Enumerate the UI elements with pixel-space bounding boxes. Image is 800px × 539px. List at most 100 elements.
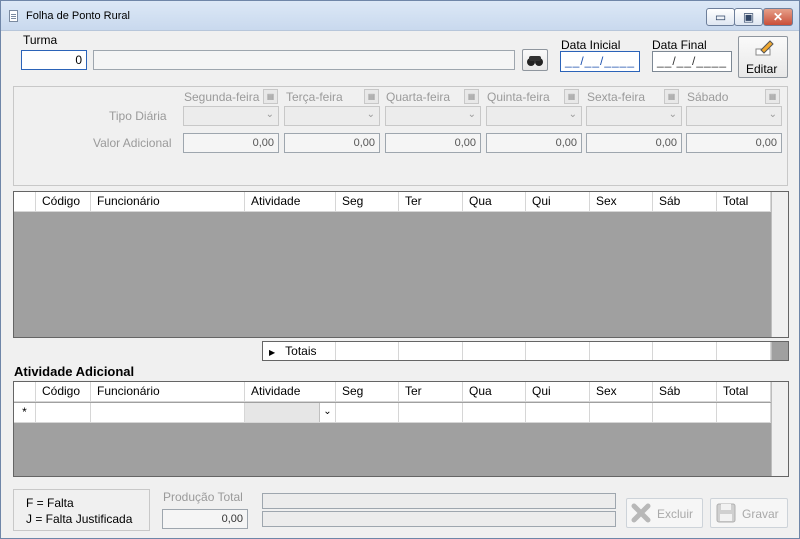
tipo-diaria-terca-select[interactable]: ⌄ xyxy=(284,106,380,126)
col-ter[interactable]: Ter xyxy=(399,382,463,402)
producao-total-label: Produção Total xyxy=(163,490,243,504)
data-inicial-input[interactable]: __/__/____ xyxy=(560,51,640,72)
col-sex[interactable]: Sex xyxy=(590,192,653,212)
col-sab[interactable]: Sáb xyxy=(653,382,717,402)
copy-quinta-button[interactable]: ▦ xyxy=(564,89,579,104)
col-qui[interactable]: Qui xyxy=(526,382,590,402)
excluir-button[interactable]: Excluir xyxy=(626,498,703,528)
table-row[interactable]: * ⌄ xyxy=(14,403,771,423)
col-qui[interactable]: Qui xyxy=(526,192,590,212)
funcionario-cell[interactable] xyxy=(91,403,245,423)
col-sex[interactable]: Sex xyxy=(590,382,653,402)
codigo-cell[interactable] xyxy=(36,403,91,423)
col-atividade[interactable]: Atividade xyxy=(245,192,336,212)
copy-segunda-button[interactable]: ▦ xyxy=(263,89,278,104)
editar-button[interactable]: Editar xyxy=(738,36,788,78)
tipo-diaria-label: Tipo Diária xyxy=(109,109,167,123)
total-qui xyxy=(526,342,590,360)
col-total[interactable]: Total xyxy=(717,192,771,212)
sex-cell[interactable] xyxy=(590,403,653,423)
main-grid-scrollbar[interactable] xyxy=(771,192,788,337)
col-qua[interactable]: Qua xyxy=(463,192,526,212)
col-funcionario[interactable]: Funcionário xyxy=(91,382,245,402)
chevron-down-icon: ⌄ xyxy=(265,109,274,120)
col-seg[interactable]: Seg xyxy=(336,192,399,212)
search-turma-button[interactable] xyxy=(522,49,548,71)
total-ter xyxy=(399,342,463,360)
close-button[interactable]: ✕ xyxy=(763,8,793,26)
valor-quinta-input[interactable]: 0,00 xyxy=(486,133,582,153)
turma-code-input[interactable]: 0 xyxy=(21,50,87,70)
tipo-diaria-quarta-select[interactable]: ⌄ xyxy=(385,106,481,126)
qui-cell[interactable] xyxy=(526,403,590,423)
turma-label: Turma xyxy=(23,33,58,47)
row-selector-header xyxy=(14,192,36,212)
minimize-button[interactable]: ▭ xyxy=(706,8,735,26)
day-label-segunda: Segunda-feira xyxy=(184,90,260,104)
valor-segunda-input[interactable]: 0,00 xyxy=(183,133,279,153)
copy-terca-button[interactable]: ▦ xyxy=(364,89,379,104)
producao-total-field: 0,00 xyxy=(162,509,248,529)
gravar-button[interactable]: Gravar xyxy=(710,498,788,528)
col-codigo[interactable]: Código xyxy=(36,192,91,212)
edit-pen-icon xyxy=(755,40,774,56)
turma-name-field xyxy=(93,50,515,70)
main-grid[interactable]: Código Funcionário Atividade Seg Ter Qua… xyxy=(13,191,789,338)
chevron-down-icon[interactable]: ⌄ xyxy=(319,403,335,422)
day-label-sabado: Sábado xyxy=(687,90,729,104)
totals-filler xyxy=(771,342,788,360)
sab-cell[interactable] xyxy=(653,403,717,423)
copy-sabado-button[interactable]: ▦ xyxy=(765,89,780,104)
valor-sexta-input[interactable]: 0,00 xyxy=(586,133,682,153)
title-bar: Folha de Ponto Rural ▭ ▣ ✕ xyxy=(1,1,799,31)
total-seg xyxy=(336,342,399,360)
data-final-label: Data Final xyxy=(652,38,707,52)
total-total xyxy=(717,342,771,360)
progress-bar-top xyxy=(262,493,616,509)
tipo-diaria-segunda-select[interactable]: ⌄ xyxy=(183,106,279,126)
totals-label: Totais xyxy=(285,344,317,358)
day-label-quinta: Quinta-feira xyxy=(487,90,550,104)
floppy-disk-icon xyxy=(716,503,736,523)
binoculars-icon xyxy=(527,56,543,66)
col-qua[interactable]: Qua xyxy=(463,382,526,402)
chevron-down-icon: ⌄ xyxy=(668,109,677,120)
day-label-terca: Terça-feira xyxy=(286,90,343,104)
adicional-grid-scrollbar[interactable] xyxy=(771,382,788,476)
total-sab xyxy=(653,342,717,360)
valor-sabado-input[interactable]: 0,00 xyxy=(686,133,782,153)
progress-bar-bottom xyxy=(262,511,616,527)
copy-quarta-button[interactable]: ▦ xyxy=(464,89,479,104)
maximize-button[interactable]: ▣ xyxy=(734,8,763,26)
qua-cell[interactable] xyxy=(463,403,526,423)
total-sex xyxy=(590,342,653,360)
col-codigo[interactable]: Código xyxy=(36,382,91,402)
gravar-label: Gravar xyxy=(742,507,779,521)
adicional-grid[interactable]: Código Funcionário Atividade Seg Ter Qua… xyxy=(13,381,789,477)
chevron-down-icon: ⌄ xyxy=(366,109,375,120)
atividade-adicional-title: Atividade Adicional xyxy=(14,364,135,379)
chevron-down-icon: ⌄ xyxy=(467,109,476,120)
copy-sexta-button[interactable]: ▦ xyxy=(664,89,679,104)
row-pointer-icon: ▶ xyxy=(269,348,276,357)
document-icon xyxy=(9,10,18,22)
tipo-diaria-sexta-select[interactable]: ⌄ xyxy=(586,106,682,126)
seg-cell[interactable] xyxy=(336,403,399,423)
day-label-sexta: Sexta-feira xyxy=(587,90,646,104)
ter-cell[interactable] xyxy=(399,403,463,423)
data-final-input[interactable]: __/__/____ xyxy=(652,51,732,72)
tipo-diaria-quinta-select[interactable]: ⌄ xyxy=(486,106,582,126)
col-atividade[interactable]: Atividade xyxy=(245,382,336,402)
col-sab[interactable]: Sáb xyxy=(653,192,717,212)
atividade-select[interactable]: ⌄ xyxy=(245,403,336,423)
excluir-label: Excluir xyxy=(657,507,694,521)
col-funcionario[interactable]: Funcionário xyxy=(91,192,245,212)
col-ter[interactable]: Ter xyxy=(399,192,463,212)
total-cell[interactable] xyxy=(717,403,771,423)
valor-quarta-input[interactable]: 0,00 xyxy=(385,133,481,153)
valor-terca-input[interactable]: 0,00 xyxy=(284,133,380,153)
col-seg[interactable]: Seg xyxy=(336,382,399,402)
tipo-diaria-sabado-select[interactable]: ⌄ xyxy=(686,106,782,126)
col-total[interactable]: Total xyxy=(717,382,771,402)
main-grid-header: Código Funcionário Atividade Seg Ter Qua… xyxy=(14,192,771,212)
